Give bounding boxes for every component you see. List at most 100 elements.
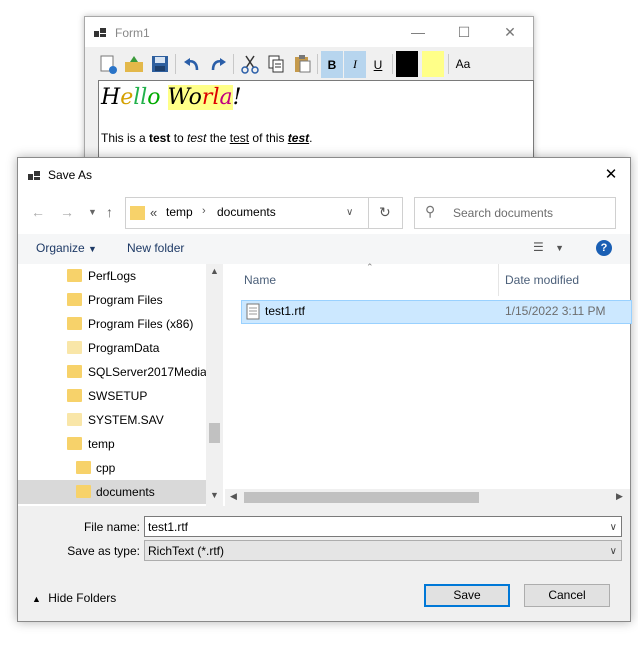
minimize-button[interactable]: — <box>395 17 441 47</box>
folder-tree: PerfLogs Program Files Program Files (x8… <box>18 264 225 506</box>
back-arrow-icon[interactable]: ← <box>31 204 45 220</box>
tree-item-program-files[interactable]: Program Files <box>18 288 206 312</box>
scroll-thumb[interactable] <box>244 492 479 503</box>
toolbar-separator <box>175 54 176 74</box>
tree-item-system-sav[interactable]: SYSTEM.SAV <box>18 408 206 432</box>
redo-icon <box>211 58 226 71</box>
copy-icon <box>268 55 284 73</box>
scroll-right-arrow-icon[interactable]: ▶ <box>616 491 623 502</box>
rtf-file-icon <box>246 303 260 320</box>
tree-item-temp[interactable]: temp <box>18 432 206 456</box>
sort-ascending-icon: ⌃ <box>366 262 374 272</box>
tree-item-programdata[interactable]: ProgramData <box>18 336 206 360</box>
cancel-button[interactable]: Cancel <box>524 584 610 607</box>
cut-button[interactable] <box>237 52 263 76</box>
new-folder-button[interactable]: New folder <box>127 241 184 255</box>
italic-button[interactable]: I <box>344 51 366 78</box>
save-button[interactable]: Save <box>424 584 510 607</box>
rich-text-editor[interactable]: Hello Worla! This is a test to test the … <box>98 80 534 168</box>
folder-icon <box>130 206 145 220</box>
view-options-button[interactable]: ☰ ▼ <box>533 240 564 254</box>
details-view-icon: ☰ <box>533 240 544 254</box>
dialog-titlebar: Save As ✕ <box>18 158 630 192</box>
file-row[interactable]: test1.rtf 1/15/2022 3:11 PM <box>241 300 632 324</box>
dialog-close-button[interactable]: ✕ <box>596 164 626 186</box>
paste-button[interactable] <box>289 52 315 76</box>
navigation-bar: ← → ▼ ↑ « temp › documents ∨ ↻ ⚲ Search … <box>18 192 630 234</box>
up-arrow-icon[interactable]: ↑ <box>106 204 113 220</box>
font-button[interactable]: Aa <box>450 52 476 76</box>
fore-color-button[interactable] <box>396 51 418 77</box>
help-button[interactable]: ? <box>596 240 612 256</box>
folder-icon <box>67 341 82 354</box>
column-header-date-modified[interactable]: Date modified <box>505 264 630 296</box>
tree-item-perflogs[interactable]: PerfLogs <box>18 264 206 288</box>
scroll-left-arrow-icon[interactable]: ◀ <box>230 491 237 502</box>
search-icon: ⚲ <box>425 203 436 219</box>
save-type-select[interactable]: RichText (*.rtf) ∨ <box>144 540 622 561</box>
breadcrumb-documents[interactable]: documents <box>217 205 276 219</box>
tree-item-program-files-x86[interactable]: Program Files (x86) <box>18 312 206 336</box>
scroll-down-arrow-icon[interactable]: ▼ <box>210 490 219 500</box>
undo-icon <box>184 58 199 71</box>
dialog-title: Save As <box>48 168 93 182</box>
toolbar-separator <box>233 54 234 74</box>
file-name: test1.rtf <box>265 304 306 318</box>
chevron-down-icon[interactable]: ∨ <box>610 517 617 538</box>
back-color-button[interactable] <box>422 51 444 77</box>
chevron-down-icon: ▼ <box>88 244 97 254</box>
tree-item-swsetup[interactable]: SWSETUP <box>18 384 206 408</box>
chevron-down-icon[interactable]: ∨ <box>610 541 617 562</box>
organize-menu[interactable]: Organize ▼ <box>36 241 97 255</box>
underline-button[interactable]: U <box>367 51 389 78</box>
toolbar-separator <box>448 54 449 74</box>
folder-icon <box>67 365 82 378</box>
undo-button[interactable] <box>179 52 205 76</box>
folder-icon <box>67 389 82 402</box>
save-type-label: Save as type: <box>67 544 140 558</box>
address-bar[interactable]: « temp › documents ∨ <box>125 197 402 229</box>
hide-folders-button[interactable]: ▲ Hide Folders <box>32 591 116 605</box>
redo-button[interactable] <box>205 52 231 76</box>
tree-item-cpp[interactable]: cpp <box>18 456 206 480</box>
breadcrumb-temp[interactable]: temp <box>166 205 193 219</box>
refresh-button[interactable]: ↻ <box>368 197 403 229</box>
chevron-down-icon: ▼ <box>555 243 565 253</box>
new-document-icon <box>100 55 117 74</box>
command-bar: Organize ▼ New folder ☰ ▼ ? <box>18 234 630 264</box>
maximize-button[interactable]: ☐ <box>441 17 487 47</box>
file-list: Name ⌃ Date modified test1.rtf 1/15/2022… <box>225 262 632 506</box>
folder-icon <box>67 269 82 282</box>
new-document-button[interactable] <box>95 52 121 76</box>
search-box[interactable]: ⚲ Search documents <box>414 197 616 229</box>
open-file-button[interactable] <box>121 52 147 76</box>
save-as-dialog: Save As ✕ ← → ▼ ↑ « temp › documents ∨ ↻… <box>17 157 632 622</box>
folder-icon <box>76 485 91 498</box>
open-folder-icon <box>125 56 143 72</box>
folder-icon <box>67 293 82 306</box>
scroll-thumb[interactable] <box>209 423 220 443</box>
bold-button[interactable]: B <box>321 51 343 78</box>
tree-item-documents[interactable]: documents <box>18 480 206 504</box>
file-name-input[interactable]: test1.rtf ∨ <box>144 516 622 537</box>
form1-titlebar: Form1 — ☐ ✕ <box>85 17 533 47</box>
address-dropdown-icon[interactable]: ∨ <box>346 207 353 218</box>
recent-chevron-icon[interactable]: ▼ <box>88 207 97 217</box>
address-overflow[interactable]: « <box>150 205 157 220</box>
folder-icon <box>67 317 82 330</box>
sample-text: This is a test to test the test of this … <box>101 131 313 145</box>
tree-vertical-scrollbar[interactable]: ▲ ▼ <box>206 264 223 506</box>
folder-icon <box>67 413 82 426</box>
refresh-icon: ↻ <box>379 204 391 220</box>
save-file-button[interactable] <box>147 52 173 76</box>
copy-button[interactable] <box>263 52 289 76</box>
forward-arrow-icon[interactable]: → <box>60 204 74 220</box>
close-button[interactable]: ✕ <box>487 17 533 47</box>
form1-toolbar: B I U Aa <box>85 48 533 80</box>
scroll-up-arrow-icon[interactable]: ▲ <box>210 266 219 276</box>
tree-item-sqlserver2017media[interactable]: SQLServer2017Media <box>18 360 207 384</box>
column-divider[interactable] <box>498 264 499 296</box>
file-name-label: File name: <box>83 520 140 534</box>
file-list-horizontal-scrollbar[interactable]: ◀ ▶ <box>225 489 630 506</box>
floppy-disk-icon <box>152 56 168 72</box>
